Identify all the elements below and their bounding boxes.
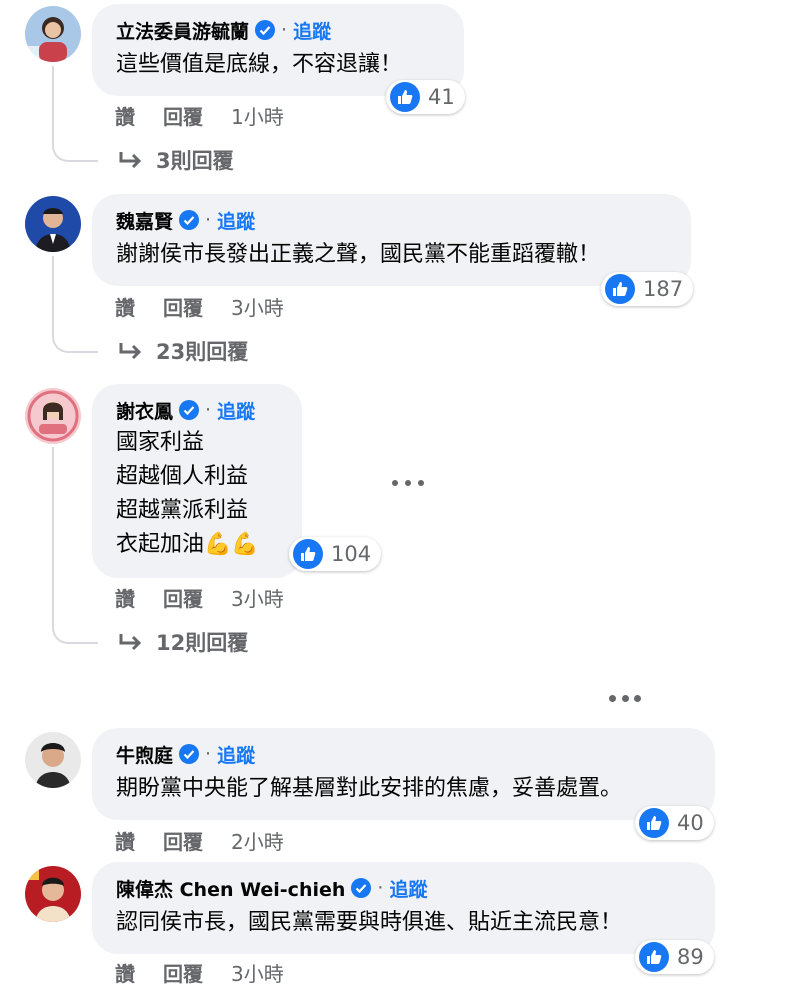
like-count: 187 [643, 277, 684, 301]
reply-button[interactable]: 回覆 [163, 583, 203, 612]
separator-dot: · [205, 743, 212, 765]
timestamp[interactable]: 1小時 [231, 101, 284, 130]
reply-button[interactable]: 回覆 [163, 958, 203, 987]
avatar[interactable] [25, 866, 81, 922]
comment-bubble: 魏嘉賢 · 追蹤 謝謝侯市長發出正義之聲，國民黨不能重蹈覆轍！ [92, 194, 691, 286]
follow-button[interactable]: 追蹤 [217, 397, 255, 424]
thumbs-up-icon [390, 82, 420, 112]
thumbs-up-icon [639, 942, 669, 972]
comment-text: 國家利益 超越個人利益 超越黨派利益 衣起加油💪💪 [116, 426, 278, 562]
like-button[interactable]: 讚 [115, 292, 135, 321]
more-options-button[interactable] [609, 688, 641, 708]
reaction-count[interactable]: 104 [289, 537, 382, 571]
like-count: 104 [331, 542, 372, 566]
timestamp[interactable]: 2小時 [231, 826, 284, 855]
like-button[interactable]: 讚 [115, 826, 135, 855]
reaction-count[interactable]: 40 [635, 806, 714, 840]
comment-actions: 讚 回覆 1小時 [115, 101, 312, 130]
reply-arrow-icon [119, 634, 142, 651]
thread-line [52, 66, 54, 138]
author-name[interactable]: 魏嘉賢 [116, 207, 173, 234]
comment-text: 認同侯市長，國民黨需要與時俱進、貼近主流民意！ [116, 910, 623, 935]
thread-connector [52, 329, 98, 353]
thread-line [52, 256, 54, 329]
comment-actions: 讚 回覆 3小時 [115, 583, 312, 612]
thread-line [52, 447, 54, 620]
like-button[interactable]: 讚 [115, 583, 135, 612]
timestamp[interactable]: 3小時 [231, 292, 284, 321]
avatar[interactable] [25, 6, 81, 62]
comment-actions: 讚 回覆 2小時 [115, 826, 312, 855]
separator-dot: · [205, 399, 212, 421]
like-button[interactable]: 讚 [115, 958, 135, 987]
thread-connector [52, 138, 98, 162]
like-count: 89 [677, 945, 704, 969]
comment-actions: 讚 回覆 3小時 [115, 292, 312, 321]
author-name[interactable]: 牛煦庭 [116, 741, 173, 768]
replies-label: 3則回覆 [156, 149, 234, 173]
reaction-count[interactable]: 187 [601, 272, 694, 306]
more-options-button[interactable] [392, 473, 424, 493]
view-replies-button[interactable]: 12則回覆 [118, 627, 248, 657]
verified-badge-icon [351, 878, 372, 898]
avatar[interactable] [25, 196, 81, 252]
verified-badge-icon [255, 20, 276, 40]
comment-line: 超越個人利益 [116, 464, 249, 489]
reaction-count[interactable]: 89 [635, 940, 714, 974]
follow-button[interactable]: 追蹤 [217, 741, 255, 768]
comment-line: 超越黨派利益 [116, 498, 249, 523]
timestamp[interactable]: 3小時 [231, 583, 284, 612]
author-name[interactable]: 謝衣鳳 [116, 397, 173, 424]
separator-dot: · [205, 209, 212, 231]
verified-badge-icon [179, 210, 200, 230]
avatar[interactable] [25, 388, 81, 444]
avatar[interactable] [25, 732, 81, 788]
follow-button[interactable]: 追蹤 [293, 17, 331, 44]
separator-dot: · [377, 877, 384, 899]
like-button[interactable]: 讚 [115, 101, 135, 130]
reply-button[interactable]: 回覆 [163, 101, 203, 130]
view-replies-button[interactable]: 3則回覆 [118, 145, 234, 175]
thread-connector [52, 620, 98, 644]
verified-badge-icon [179, 400, 200, 420]
like-count: 40 [677, 811, 704, 835]
comment-text: 期盼黨中央能了解基層對此安排的焦慮，妥善處置。 [116, 776, 623, 801]
thumbs-up-icon [293, 539, 323, 569]
view-replies-button[interactable]: 23則回覆 [118, 336, 248, 366]
comment-bubble: 陳偉杰 Chen Wei-chieh · 追蹤 認同侯市長，國民黨需要與時俱進、… [92, 862, 715, 954]
comment-line: 國家利益 [116, 430, 205, 455]
author-name[interactable]: 陳偉杰 Chen Wei-chieh [116, 875, 345, 902]
comment-text: 這些價值是底線，不容退讓！ [116, 52, 403, 77]
separator-dot: · [281, 19, 288, 41]
author-name[interactable]: 立法委員游毓蘭 [116, 17, 249, 44]
timestamp[interactable]: 3小時 [231, 958, 284, 987]
like-count: 41 [428, 85, 455, 109]
verified-badge-icon [179, 744, 200, 764]
follow-button[interactable]: 追蹤 [389, 875, 427, 902]
comment-line: 衣起加油💪💪 [116, 532, 259, 557]
thumbs-up-icon [605, 274, 635, 304]
reply-button[interactable]: 回覆 [163, 826, 203, 855]
comment-actions: 讚 回覆 3小時 [115, 958, 312, 987]
comment-text: 謝謝侯市長發出正義之聲，國民黨不能重蹈覆轍！ [116, 242, 601, 267]
reply-arrow-icon [119, 152, 142, 169]
reply-button[interactable]: 回覆 [163, 292, 203, 321]
follow-button[interactable]: 追蹤 [217, 207, 255, 234]
replies-label: 23則回覆 [156, 340, 249, 364]
comment-bubble: 牛煦庭 · 追蹤 期盼黨中央能了解基層對此安排的焦慮，妥善處置。 [92, 728, 715, 820]
replies-label: 12則回覆 [156, 631, 249, 655]
reply-arrow-icon [119, 343, 142, 360]
thumbs-up-icon [639, 808, 669, 838]
comment-bubble: 謝衣鳳 · 追蹤 國家利益 超越個人利益 超越黨派利益 衣起加油💪💪 [92, 384, 302, 578]
reaction-count[interactable]: 41 [386, 80, 465, 114]
